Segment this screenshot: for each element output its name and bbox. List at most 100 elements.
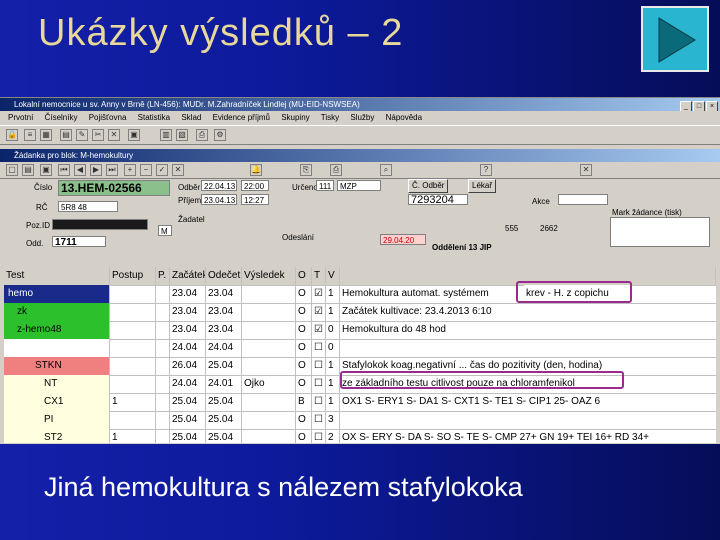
table-row[interactable]: PI 25.04 25.04 O ☐ 3 bbox=[4, 411, 716, 430]
table-row[interactable]: CX1 1 25.04 25.04 B ☐ 1 OX1 S- ERY1 S- DA1 S- C… bbox=[4, 393, 716, 412]
table-row[interactable]: z-hemo48 23.04 23.04 O ☑ 0 Hemokultura do 48 h… bbox=[4, 321, 716, 340]
akce-field[interactable] bbox=[558, 194, 608, 205]
cell-text: Hemokultura do 48 hod bbox=[342, 324, 446, 335]
menu-ciselniky[interactable]: Číselníky bbox=[45, 113, 78, 122]
odber-time-field[interactable]: 22:00 bbox=[241, 180, 269, 191]
next-icon[interactable]: ▶ bbox=[90, 164, 102, 176]
cut-icon[interactable]: ✂ bbox=[92, 129, 104, 141]
prev-icon[interactable]: ◀ bbox=[74, 164, 86, 176]
print-icon[interactable]: ⎙ bbox=[196, 129, 208, 141]
lekar-button[interactable]: Lékař bbox=[468, 179, 497, 193]
menu-sklad[interactable]: Sklad bbox=[181, 113, 201, 122]
results-table: Test Postup P. Začátek Odečet Výsledek O… bbox=[4, 267, 716, 443]
save-icon[interactable]: ▣ bbox=[40, 164, 52, 176]
cislo-field[interactable]: 13.HEM-02566 bbox=[58, 180, 170, 196]
akce-label: Akce bbox=[532, 197, 550, 206]
cell-t[interactable]: ☐ bbox=[312, 375, 326, 393]
prijem-label: Příjem bbox=[178, 196, 202, 205]
open-icon[interactable]: ▤ bbox=[22, 164, 34, 176]
list-icon[interactable]: ≡ bbox=[24, 129, 36, 141]
col-postup[interactable]: Postup bbox=[110, 267, 156, 285]
cell-zacatek: 24.04 bbox=[170, 339, 206, 357]
menu-napoveda[interactable]: Nápověda bbox=[386, 113, 422, 122]
cell-vysledek bbox=[242, 285, 296, 303]
cell-test: STKN bbox=[4, 357, 110, 375]
cancel-icon[interactable]: ✕ bbox=[172, 164, 184, 176]
cell-t[interactable]: ☐ bbox=[312, 357, 326, 375]
col-zacatek[interactable]: Začátek bbox=[170, 267, 206, 285]
first-icon[interactable]: ⏮ bbox=[58, 164, 70, 176]
table-row[interactable]: zk 23.04 23.04 O ☑ 1 Začátek kultivace: 23.4.2… bbox=[4, 303, 716, 322]
chart-icon[interactable]: ▥ bbox=[160, 129, 172, 141]
tools-icon[interactable]: ⚙ bbox=[214, 129, 226, 141]
menu-tisky[interactable]: Tisky bbox=[321, 113, 339, 122]
print-icon-2[interactable]: ⎙ bbox=[330, 164, 342, 176]
kod2-text: 555 bbox=[505, 224, 519, 233]
slide-title: Ukázky výsledků – 2 bbox=[38, 12, 404, 54]
cell-postup bbox=[110, 321, 156, 339]
document-icon[interactable]: ▤ bbox=[60, 129, 72, 141]
date2-field[interactable]: 29.04.20 bbox=[380, 234, 426, 245]
table-row[interactable]: 24.04 24.04 O ☐ 0 bbox=[4, 339, 716, 358]
menu-sluzby[interactable]: Služby bbox=[350, 113, 374, 122]
urceno-field[interactable]: 111 bbox=[316, 180, 334, 191]
add-icon[interactable]: + bbox=[124, 164, 136, 176]
search-icon[interactable]: ⌕ bbox=[380, 164, 392, 176]
maximize-button[interactable]: □ bbox=[693, 101, 705, 111]
cell-v: 1 bbox=[326, 285, 340, 303]
last-icon[interactable]: ⏭ bbox=[106, 164, 118, 176]
highlight-sensitivity-note bbox=[340, 371, 624, 389]
odeslani-label: Odeslání bbox=[282, 233, 315, 242]
col-o[interactable]: O bbox=[296, 267, 312, 285]
kod-field[interactable]: MZP bbox=[337, 180, 381, 191]
cell-t[interactable]: ☐ bbox=[312, 393, 326, 411]
lock-icon[interactable]: 🔒 bbox=[6, 129, 18, 141]
delete-icon[interactable]: ✕ bbox=[108, 129, 120, 141]
numeric-id-field[interactable]: 7293204 bbox=[408, 194, 468, 205]
close-button[interactable]: × bbox=[706, 101, 718, 111]
cell-postup bbox=[110, 357, 156, 375]
col-vysledek[interactable]: Výsledek bbox=[242, 267, 296, 285]
poz-field[interactable] bbox=[52, 219, 148, 230]
col-p[interactable]: P. bbox=[156, 267, 170, 285]
mark-field[interactable] bbox=[610, 217, 710, 247]
cell-t[interactable]: ☑ bbox=[312, 303, 326, 321]
cell-t[interactable]: ☑ bbox=[312, 285, 326, 303]
cell-t[interactable]: ☐ bbox=[312, 429, 326, 443]
prijem-date-field[interactable]: 23.04.13 bbox=[201, 194, 237, 205]
odber-date-field[interactable]: 22.04.13 bbox=[201, 180, 237, 191]
menu-evidence[interactable]: Evidence příjmů bbox=[213, 113, 270, 122]
copy-icon[interactable]: ⎘ bbox=[300, 164, 312, 176]
bell-icon[interactable]: 🔔 bbox=[250, 164, 262, 176]
image-icon[interactable]: ▧ bbox=[176, 129, 188, 141]
confirm-icon[interactable]: ✓ bbox=[156, 164, 168, 176]
cell-t[interactable]: ☑ bbox=[312, 321, 326, 339]
cell-t[interactable]: ☐ bbox=[312, 411, 326, 429]
col-test[interactable]: Test bbox=[4, 267, 110, 285]
col-v[interactable]: V bbox=[326, 267, 340, 285]
menu-pojistovna[interactable]: Pojišťovna bbox=[89, 113, 127, 122]
next-slide-button[interactable] bbox=[641, 6, 709, 72]
exit-icon[interactable]: ✕ bbox=[580, 164, 592, 176]
menu-prvotni[interactable]: Prvotní bbox=[8, 113, 33, 122]
rc-field[interactable]: 5R8 48 bbox=[58, 201, 118, 212]
menu-skupiny[interactable]: Skupiny bbox=[281, 113, 309, 122]
prijem-time-field[interactable]: 12:27 bbox=[241, 194, 269, 205]
odd-field[interactable]: 1711 bbox=[52, 236, 106, 247]
help-icon[interactable]: ? bbox=[480, 164, 492, 176]
subwindow-titlebar: Žádanka pro blok: M-hemokultury bbox=[0, 149, 720, 162]
m-field[interactable]: M bbox=[158, 225, 172, 236]
cell-t[interactable]: ☐ bbox=[312, 339, 326, 357]
remove-icon[interactable]: − bbox=[140, 164, 152, 176]
table-row[interactable]: ST2 1 25.04 25.04 O ☐ 2 OX S- ERY S- DA S- SO S… bbox=[4, 429, 716, 443]
calendar-icon[interactable]: ▣ bbox=[128, 129, 140, 141]
codes-button[interactable]: Č. Odběr bbox=[408, 179, 449, 193]
menu-statistika[interactable]: Statistika bbox=[138, 113, 170, 122]
new-icon[interactable]: ▢ bbox=[6, 164, 18, 176]
cell-p bbox=[156, 321, 170, 339]
col-t[interactable]: T bbox=[312, 267, 326, 285]
col-odecet[interactable]: Odečet bbox=[206, 267, 242, 285]
minimize-button[interactable]: _ bbox=[680, 101, 692, 111]
edit-icon[interactable]: ✎ bbox=[76, 129, 88, 141]
grid-icon[interactable]: ▦ bbox=[40, 129, 52, 141]
